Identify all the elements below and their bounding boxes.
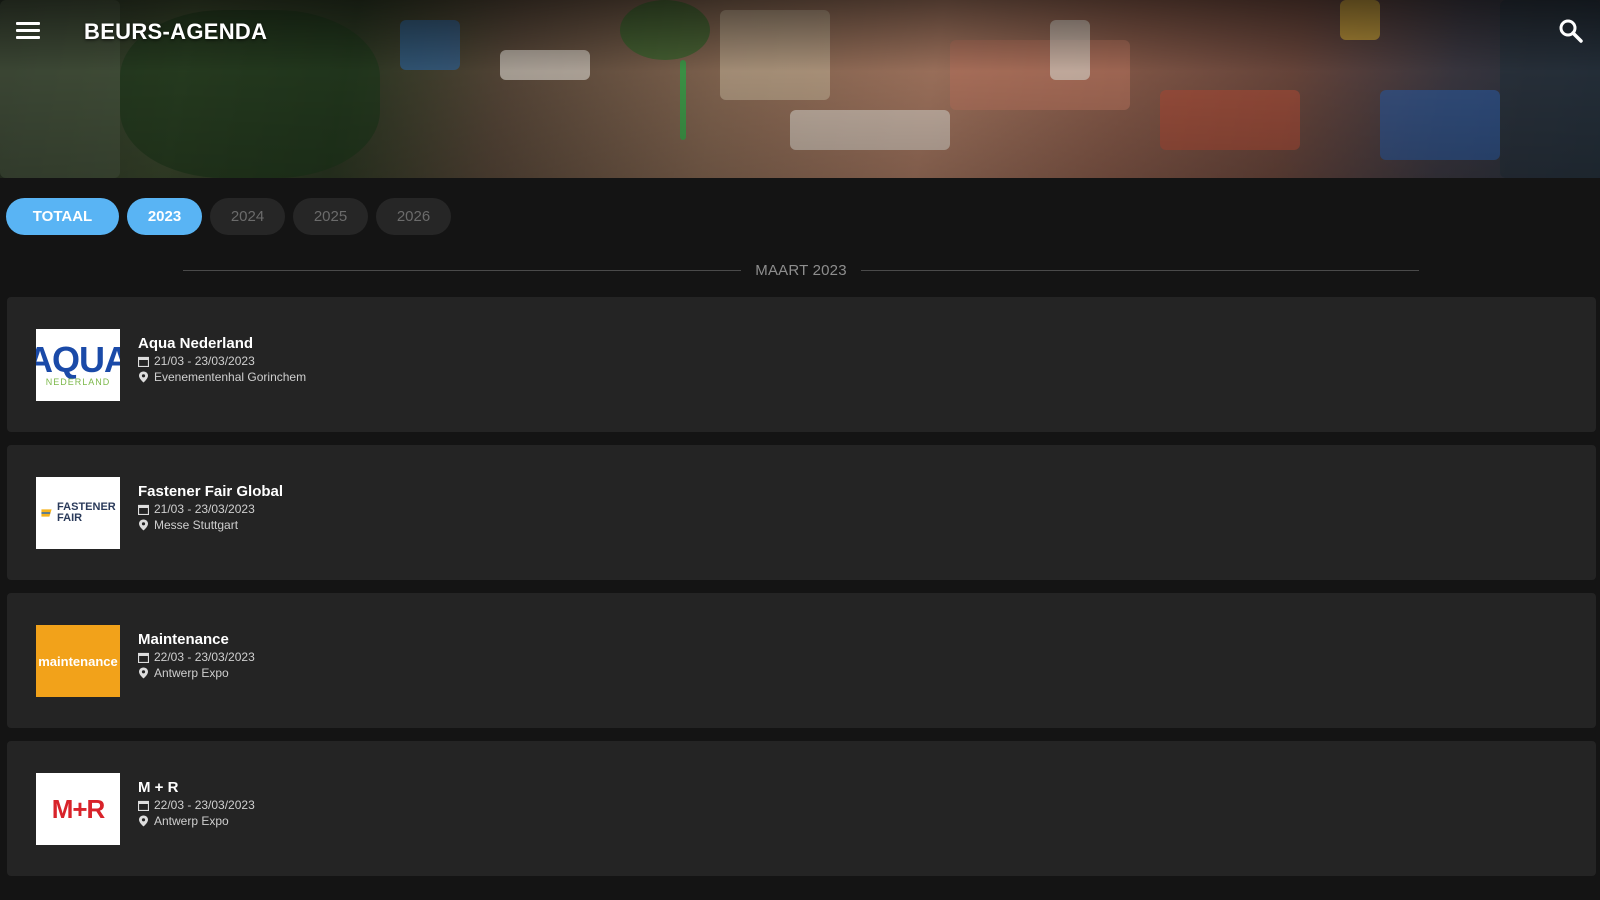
event-card[interactable]: FASTENER FAIR Fastener Fair Global 21/03… bbox=[7, 445, 1596, 580]
event-dates: 21/03 - 23/03/2023 bbox=[154, 354, 255, 368]
calendar-icon bbox=[138, 356, 149, 367]
logo-text: maintenance bbox=[38, 653, 118, 669]
event-name: Maintenance bbox=[138, 631, 229, 648]
logo-subtext: NEDERLAND bbox=[45, 377, 111, 387]
event-dates: 22/03 - 23/03/2023 bbox=[154, 798, 255, 812]
divider-line bbox=[860, 269, 1419, 271]
location-pin-icon bbox=[139, 815, 148, 827]
event-logo: M+R bbox=[36, 773, 120, 845]
event-list: AQUA NEDERLAND Aqua Nederland 21/03 - 23… bbox=[7, 297, 1596, 889]
month-label: MAART 2023 bbox=[755, 261, 847, 279]
event-logo: FASTENER FAIR bbox=[36, 477, 120, 549]
search-icon[interactable] bbox=[1556, 16, 1586, 46]
event-name: Aqua Nederland bbox=[138, 335, 254, 352]
event-location: Messe Stuttgart bbox=[154, 518, 239, 532]
calendar-icon bbox=[138, 504, 149, 515]
app-title: BEURS-AGENDA bbox=[84, 19, 268, 44]
chip-2025[interactable]: 2025 bbox=[293, 198, 368, 235]
event-name: Fastener Fair Global bbox=[138, 483, 284, 500]
event-logo: maintenance bbox=[36, 625, 120, 697]
calendar-icon bbox=[138, 800, 149, 811]
event-location: Antwerp Expo bbox=[154, 814, 229, 828]
event-card[interactable]: maintenance Maintenance 22/03 - 23/03/20… bbox=[7, 593, 1596, 728]
logo-text: AQUA bbox=[36, 339, 120, 380]
chip-totaal[interactable]: TOTAAL bbox=[6, 198, 119, 235]
calendar-icon bbox=[138, 652, 149, 663]
event-dates: 22/03 - 23/03/2023 bbox=[154, 650, 255, 664]
event-name: M + R bbox=[138, 779, 179, 796]
event-card[interactable]: M+R M + R 22/03 - 23/03/2023 Antwerp Exp… bbox=[7, 741, 1596, 876]
event-card[interactable]: AQUA NEDERLAND Aqua Nederland 21/03 - 23… bbox=[7, 297, 1596, 432]
location-pin-icon bbox=[139, 519, 148, 531]
location-pin-icon bbox=[139, 371, 148, 383]
month-divider: MAART 2023 bbox=[183, 260, 1419, 280]
menu-icon[interactable] bbox=[12, 16, 44, 44]
chip-2026[interactable]: 2026 bbox=[376, 198, 451, 235]
year-filter: TOTAAL 2023 2024 2025 2026 bbox=[6, 198, 451, 235]
event-logo: AQUA NEDERLAND bbox=[36, 329, 120, 401]
chip-2023[interactable]: 2023 bbox=[127, 198, 202, 235]
divider-line bbox=[183, 269, 742, 271]
chip-2024[interactable]: 2024 bbox=[210, 198, 285, 235]
event-dates: 21/03 - 23/03/2023 bbox=[154, 502, 255, 516]
event-location: Antwerp Expo bbox=[154, 666, 229, 680]
location-pin-icon bbox=[139, 667, 148, 679]
event-location: Evenementenhal Gorinchem bbox=[154, 370, 307, 384]
fastener-logo-mark-icon bbox=[41, 509, 52, 517]
hero-banner: BEURS-AGENDA bbox=[0, 0, 1600, 178]
logo-text: M+R bbox=[51, 793, 106, 824]
app-bar: BEURS-AGENDA bbox=[0, 0, 1600, 62]
logo-text: FASTENER FAIR bbox=[57, 501, 116, 524]
